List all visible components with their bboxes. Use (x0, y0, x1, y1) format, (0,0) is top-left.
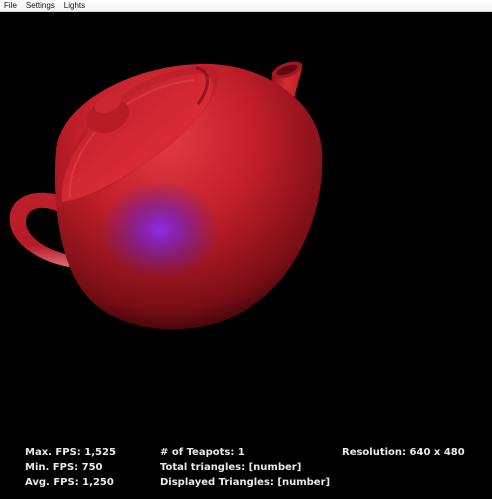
stat-total-triangles: Total triangles: [number] (160, 462, 302, 473)
stat-teapot-count: # of Teapots: 1 (160, 447, 245, 458)
stat-displayed-triangles: Displayed Triangles: [number] (160, 477, 331, 488)
stat-resolution: Resolution: 640 x 480 (342, 447, 465, 458)
teapot-benchmark-window: File Settings Lights Max. FPS: 1,525 Min… (0, 0, 492, 499)
menu-bar: File Settings Lights (0, 0, 492, 12)
teapot-render (9, 61, 323, 330)
stats-overlay: Max. FPS: 1,525 Min. FPS: 750 Avg. FPS: … (0, 446, 492, 494)
stat-max-fps: Max. FPS: 1,525 (25, 447, 116, 458)
purple-light-highlight (100, 180, 220, 280)
stat-min-fps: Min. FPS: 750 (25, 462, 103, 473)
menu-file[interactable]: File (4, 0, 17, 12)
menu-lights[interactable]: Lights (64, 0, 85, 12)
menu-settings[interactable]: Settings (26, 0, 55, 12)
stat-avg-fps: Avg. FPS: 1,250 (25, 477, 114, 488)
render-viewport[interactable] (0, 13, 492, 499)
